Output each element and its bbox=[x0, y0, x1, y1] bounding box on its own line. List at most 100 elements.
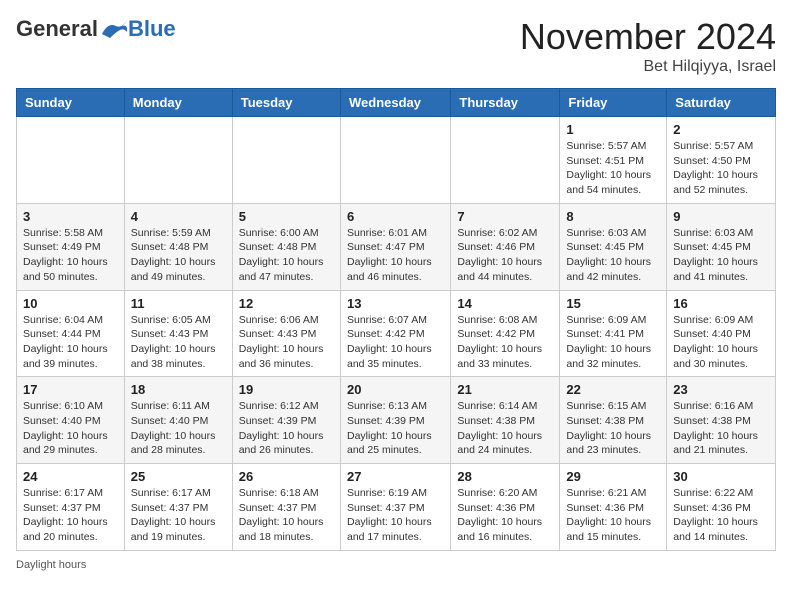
day-info: Sunrise: 6:08 AM Sunset: 4:42 PM Dayligh… bbox=[457, 313, 553, 372]
calendar-cell: 5 Sunrise: 6:00 AM Sunset: 4:48 PM Daylig… bbox=[232, 203, 340, 290]
day-number: 13 bbox=[347, 296, 444, 311]
day-number: 11 bbox=[131, 296, 226, 311]
day-number: 30 bbox=[673, 469, 769, 484]
calendar-week-2: 3Sunrise: 5:58 AM Sunset: 4:49 PM Daylig… bbox=[17, 203, 776, 290]
day-number: 15 bbox=[566, 296, 660, 311]
day-number: 20 bbox=[347, 382, 444, 397]
calendar-cell: 28 Sunrise: 6:20 AM Sunset: 4:36 PM Dayli… bbox=[451, 464, 560, 551]
day-number: 4 bbox=[131, 209, 226, 224]
calendar-table: SundayMondayTuesdayWednesdayThursdayFrid… bbox=[16, 88, 776, 551]
calendar-week-3: 10Sunrise: 6:04 AM Sunset: 4:44 PM Dayli… bbox=[17, 290, 776, 377]
day-info: Sunrise: 5:57 AM Sunset: 4:51 PM Dayligh… bbox=[566, 139, 660, 198]
calendar-cell: 18 Sunrise: 6:11 AM Sunset: 4:40 PM Dayli… bbox=[124, 377, 232, 464]
calendar-cell: 15 Sunrise: 6:09 AM Sunset: 4:41 PM Dayli… bbox=[560, 290, 667, 377]
day-info: Sunrise: 6:13 AM Sunset: 4:39 PM Dayligh… bbox=[347, 399, 444, 458]
day-number: 18 bbox=[131, 382, 226, 397]
day-info: Sunrise: 6:10 AM Sunset: 4:40 PM Dayligh… bbox=[23, 399, 118, 458]
calendar-week-1: 1 Sunrise: 5:57 AM Sunset: 4:51 PM Daylig… bbox=[17, 117, 776, 204]
calendar-cell: 7Sunrise: 6:02 AM Sunset: 4:46 PM Daylig… bbox=[451, 203, 560, 290]
calendar-cell: 22Sunrise: 6:15 AM Sunset: 4:38 PM Dayli… bbox=[560, 377, 667, 464]
col-header-monday: Monday bbox=[124, 89, 232, 117]
calendar-cell bbox=[451, 117, 560, 204]
day-info: Sunrise: 6:11 AM Sunset: 4:40 PM Dayligh… bbox=[131, 399, 226, 458]
calendar-cell: 1 Sunrise: 5:57 AM Sunset: 4:51 PM Daylig… bbox=[560, 117, 667, 204]
day-info: Sunrise: 6:06 AM Sunset: 4:43 PM Dayligh… bbox=[239, 313, 334, 372]
col-header-wednesday: Wednesday bbox=[340, 89, 450, 117]
day-info: Sunrise: 6:20 AM Sunset: 4:36 PM Dayligh… bbox=[457, 486, 553, 545]
day-number: 28 bbox=[457, 469, 553, 484]
calendar-cell: 11 Sunrise: 6:05 AM Sunset: 4:43 PM Dayli… bbox=[124, 290, 232, 377]
day-info: Sunrise: 6:17 AM Sunset: 4:37 PM Dayligh… bbox=[131, 486, 226, 545]
calendar-cell: 24Sunrise: 6:17 AM Sunset: 4:37 PM Dayli… bbox=[17, 464, 125, 551]
day-number: 25 bbox=[131, 469, 226, 484]
day-info: Sunrise: 5:57 AM Sunset: 4:50 PM Dayligh… bbox=[673, 139, 769, 198]
calendar-header-row: SundayMondayTuesdayWednesdayThursdayFrid… bbox=[17, 89, 776, 117]
logo-general-text: General bbox=[16, 16, 98, 42]
col-header-friday: Friday bbox=[560, 89, 667, 117]
day-info: Sunrise: 6:21 AM Sunset: 4:36 PM Dayligh… bbox=[566, 486, 660, 545]
day-info: Sunrise: 6:07 AM Sunset: 4:42 PM Dayligh… bbox=[347, 313, 444, 372]
day-info: Sunrise: 6:03 AM Sunset: 4:45 PM Dayligh… bbox=[566, 226, 660, 285]
day-number: 23 bbox=[673, 382, 769, 397]
calendar-cell: 3Sunrise: 5:58 AM Sunset: 4:49 PM Daylig… bbox=[17, 203, 125, 290]
calendar-cell: 13 Sunrise: 6:07 AM Sunset: 4:42 PM Dayli… bbox=[340, 290, 450, 377]
col-header-saturday: Saturday bbox=[667, 89, 776, 117]
calendar-cell: 8 Sunrise: 6:03 AM Sunset: 4:45 PM Daylig… bbox=[560, 203, 667, 290]
day-number: 12 bbox=[239, 296, 334, 311]
day-info: Sunrise: 6:18 AM Sunset: 4:37 PM Dayligh… bbox=[239, 486, 334, 545]
day-number: 9 bbox=[673, 209, 769, 224]
col-header-tuesday: Tuesday bbox=[232, 89, 340, 117]
day-number: 21 bbox=[457, 382, 553, 397]
day-number: 19 bbox=[239, 382, 334, 397]
col-header-thursday: Thursday bbox=[451, 89, 560, 117]
calendar-cell: 23 Sunrise: 6:16 AM Sunset: 4:38 PM Dayli… bbox=[667, 377, 776, 464]
day-info: Sunrise: 6:17 AM Sunset: 4:37 PM Dayligh… bbox=[23, 486, 118, 545]
calendar-cell bbox=[17, 117, 125, 204]
month-title: November 2024 bbox=[520, 16, 776, 58]
day-number: 1 bbox=[566, 122, 660, 137]
title-block: November 2024 Bet Hilqiyya, Israel bbox=[520, 16, 776, 76]
calendar-cell: 30Sunrise: 6:22 AM Sunset: 4:36 PM Dayli… bbox=[667, 464, 776, 551]
day-info: Sunrise: 6:12 AM Sunset: 4:39 PM Dayligh… bbox=[239, 399, 334, 458]
calendar-cell: 26 Sunrise: 6:18 AM Sunset: 4:37 PM Dayli… bbox=[232, 464, 340, 551]
day-info: Sunrise: 6:04 AM Sunset: 4:44 PM Dayligh… bbox=[23, 313, 118, 372]
calendar-cell: 4 Sunrise: 5:59 AM Sunset: 4:48 PM Daylig… bbox=[124, 203, 232, 290]
day-info: Sunrise: 6:16 AM Sunset: 4:38 PM Dayligh… bbox=[673, 399, 769, 458]
day-info: Sunrise: 6:09 AM Sunset: 4:41 PM Dayligh… bbox=[566, 313, 660, 372]
day-number: 14 bbox=[457, 296, 553, 311]
day-number: 2 bbox=[673, 122, 769, 137]
day-number: 29 bbox=[566, 469, 660, 484]
day-info: Sunrise: 6:03 AM Sunset: 4:45 PM Dayligh… bbox=[673, 226, 769, 285]
day-info: Sunrise: 6:05 AM Sunset: 4:43 PM Dayligh… bbox=[131, 313, 226, 372]
calendar-cell: 10Sunrise: 6:04 AM Sunset: 4:44 PM Dayli… bbox=[17, 290, 125, 377]
day-info: Sunrise: 5:59 AM Sunset: 4:48 PM Dayligh… bbox=[131, 226, 226, 285]
calendar-cell: 25 Sunrise: 6:17 AM Sunset: 4:37 PM Dayli… bbox=[124, 464, 232, 551]
day-info: Sunrise: 6:00 AM Sunset: 4:48 PM Dayligh… bbox=[239, 226, 334, 285]
calendar-cell: 12 Sunrise: 6:06 AM Sunset: 4:43 PM Dayli… bbox=[232, 290, 340, 377]
day-info: Sunrise: 6:01 AM Sunset: 4:47 PM Dayligh… bbox=[347, 226, 444, 285]
day-number: 6 bbox=[347, 209, 444, 224]
calendar-cell: 29 Sunrise: 6:21 AM Sunset: 4:36 PM Dayli… bbox=[560, 464, 667, 551]
calendar-cell: 16Sunrise: 6:09 AM Sunset: 4:40 PM Dayli… bbox=[667, 290, 776, 377]
day-info: Sunrise: 6:14 AM Sunset: 4:38 PM Dayligh… bbox=[457, 399, 553, 458]
calendar-cell: 21 Sunrise: 6:14 AM Sunset: 4:38 PM Dayli… bbox=[451, 377, 560, 464]
calendar-week-4: 17 Sunrise: 6:10 AM Sunset: 4:40 PM Dayli… bbox=[17, 377, 776, 464]
day-number: 26 bbox=[239, 469, 334, 484]
calendar-cell: 20 Sunrise: 6:13 AM Sunset: 4:39 PM Dayli… bbox=[340, 377, 450, 464]
footer-text: Daylight hours bbox=[16, 559, 776, 571]
calendar-cell: 27Sunrise: 6:19 AM Sunset: 4:37 PM Dayli… bbox=[340, 464, 450, 551]
calendar-cell: 14 Sunrise: 6:08 AM Sunset: 4:42 PM Dayli… bbox=[451, 290, 560, 377]
calendar-cell bbox=[232, 117, 340, 204]
calendar-cell: 17 Sunrise: 6:10 AM Sunset: 4:40 PM Dayli… bbox=[17, 377, 125, 464]
calendar-week-5: 24Sunrise: 6:17 AM Sunset: 4:37 PM Dayli… bbox=[17, 464, 776, 551]
day-number: 8 bbox=[566, 209, 660, 224]
location-subtitle: Bet Hilqiyya, Israel bbox=[520, 58, 776, 76]
page-header: General Blue November 2024 Bet Hilqiyya,… bbox=[16, 16, 776, 76]
day-number: 27 bbox=[347, 469, 444, 484]
day-number: 5 bbox=[239, 209, 334, 224]
day-number: 17 bbox=[23, 382, 118, 397]
day-info: Sunrise: 5:58 AM Sunset: 4:49 PM Dayligh… bbox=[23, 226, 118, 285]
calendar-cell: 6 Sunrise: 6:01 AM Sunset: 4:47 PM Daylig… bbox=[340, 203, 450, 290]
calendar-cell bbox=[340, 117, 450, 204]
logo-bird-icon bbox=[100, 18, 128, 40]
